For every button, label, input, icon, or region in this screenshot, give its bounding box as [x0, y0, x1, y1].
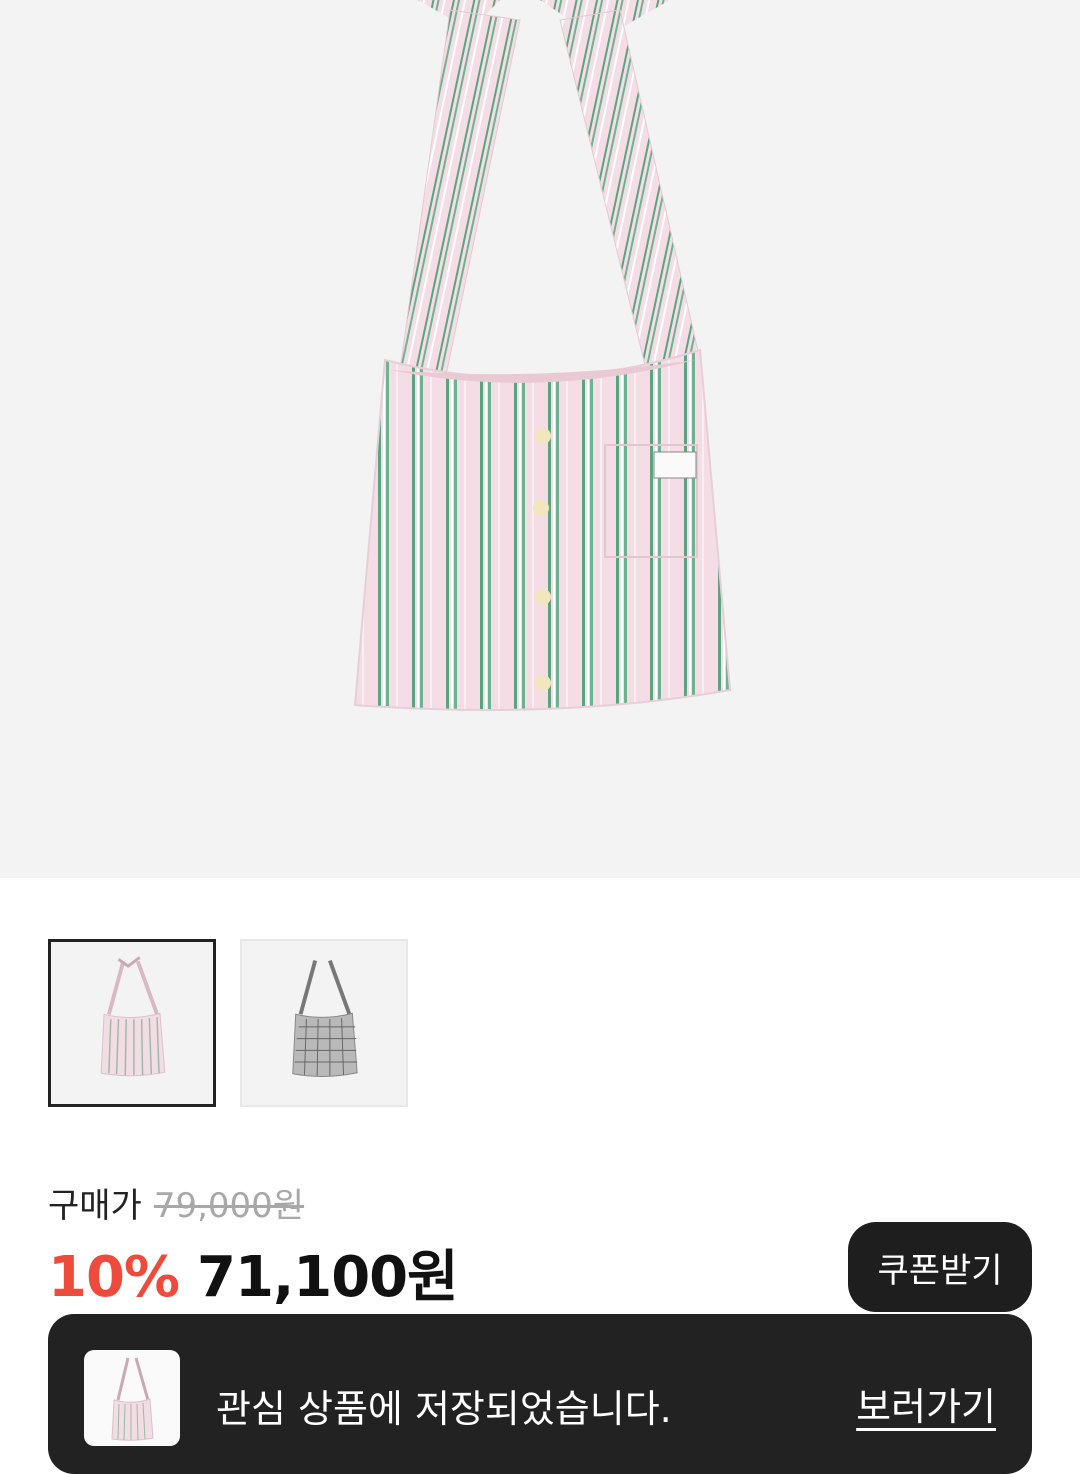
thumbnail-pink-bag-image	[100, 956, 166, 1077]
product-main-image[interactable]	[0, 0, 1080, 878]
price-label-row: 구매가 79,000원	[48, 1178, 304, 1227]
thumbnail-pink-stripe[interactable]	[48, 939, 216, 1107]
sale-price: 71,100원	[197, 1245, 459, 1310]
discount-rate: 10%	[48, 1245, 180, 1310]
wishlist-toast: 관심 상품에 저장되었습니다. 보러가기	[48, 1314, 1032, 1474]
thumbnail-gray-bag-image	[292, 959, 358, 1077]
coupon-button[interactable]: 쿠폰받기	[848, 1222, 1032, 1312]
toast-bag-image	[111, 1357, 154, 1441]
toast-message: 관심 상품에 저장되었습니다.	[216, 1387, 672, 1431]
sale-price-row: 10% 71,100원	[48, 1232, 459, 1313]
striped-shoulder-bag-image	[353, 0, 732, 711]
view-wishlist-link[interactable]: 보러가기	[856, 1376, 996, 1431]
thumbnail-strip	[48, 939, 408, 1107]
thumbnail-gray-check[interactable]	[240, 939, 408, 1107]
price-label: 구매가	[48, 1186, 142, 1226]
original-price: 79,000원	[153, 1186, 305, 1226]
toast-product-thumbnail	[84, 1350, 180, 1446]
